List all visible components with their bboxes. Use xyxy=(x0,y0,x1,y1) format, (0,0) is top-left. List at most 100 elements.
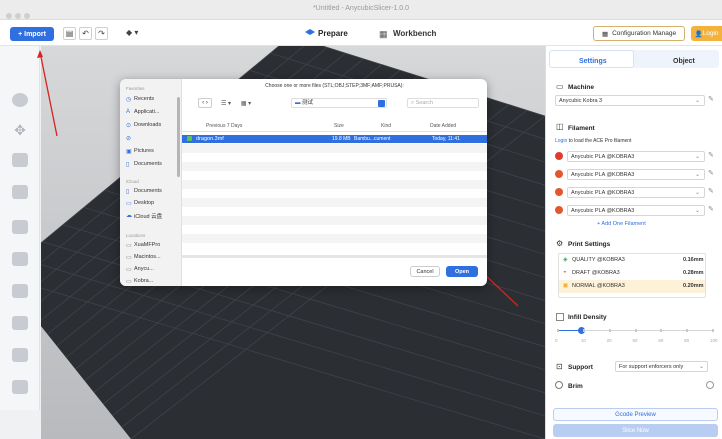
view-mode-dropdown-icon[interactable]: ◆ ▾ xyxy=(126,28,138,37)
back-forward-icon[interactable]: ‹ › xyxy=(198,98,212,108)
measure-icon[interactable] xyxy=(12,380,28,394)
move-icon[interactable]: ✥ xyxy=(12,123,28,137)
undo-icon[interactable]: ↶ xyxy=(79,27,92,40)
redo-icon[interactable]: ↷ xyxy=(95,27,108,40)
cut-icon[interactable] xyxy=(12,220,28,234)
filament-select[interactable]: Anycubic PLA @KOBRA3 ⌄ xyxy=(567,205,705,216)
tab-workbench[interactable]: Workbench xyxy=(393,29,436,38)
favorite-icon: ▣ xyxy=(126,149,132,155)
column-size[interactable]: Size xyxy=(334,123,344,129)
icloud-icon: ▯ xyxy=(126,189,130,195)
horizontal-scrollbar[interactable] xyxy=(182,255,487,258)
configuration-manage-button[interactable]: ▦ Configuration Manage xyxy=(593,26,685,41)
support-value: For support enforcers only xyxy=(619,364,684,370)
sidebar-favorite-item[interactable]: Recents xyxy=(134,96,154,102)
icloud-heading: iCloud xyxy=(126,179,139,184)
column-kind[interactable]: Kind xyxy=(381,123,391,129)
gcode-preview-button[interactable]: Gcode Preview xyxy=(553,408,718,421)
login-button[interactable]: 👤 Login xyxy=(691,26,722,41)
file-date: Today, 11:41 xyxy=(432,136,460,142)
color-palette-icon[interactable] xyxy=(12,93,28,107)
location-icon: ▭ xyxy=(126,267,132,273)
sidebar-location-item[interactable]: XuaMFPro xyxy=(134,242,160,248)
close-window-icon[interactable] xyxy=(6,13,12,19)
filament-heading: Filament xyxy=(568,125,595,132)
cancel-button[interactable]: Cancel xyxy=(410,266,440,277)
sidebar-scrollbar[interactable] xyxy=(177,97,180,177)
filament-name: Anycubic PLA @KOBRA3 xyxy=(571,154,635,160)
infill-tick xyxy=(712,329,714,332)
filament-color-swatch[interactable] xyxy=(555,152,563,160)
lay-on-face-icon[interactable] xyxy=(12,185,28,199)
brim-radio-icon[interactable] xyxy=(555,381,563,389)
seam-painting-icon[interactable] xyxy=(12,348,28,362)
sidebar-favorite-item[interactable]: Downloads xyxy=(134,122,161,128)
sidebar-favorite-item[interactable]: Applicati... xyxy=(134,109,159,115)
infill-tick xyxy=(634,329,637,332)
filament-color-swatch[interactable] xyxy=(555,188,563,196)
infill-tick-label: 100 xyxy=(710,338,718,343)
tab-prepare[interactable]: Prepare xyxy=(318,29,348,38)
import-button[interactable]: + Import xyxy=(10,27,54,41)
infill-tick-label: 60 xyxy=(658,338,664,343)
save-icon[interactable]: ▤ xyxy=(63,27,76,40)
folder-popup[interactable]: ▬ 测试 xyxy=(291,98,387,108)
filament-login-link[interactable]: Login xyxy=(555,138,567,144)
sidebar-icloud-item[interactable]: iCloud 云盘 xyxy=(134,212,162,220)
rotate-icon[interactable] xyxy=(12,153,28,167)
brim-toggle[interactable] xyxy=(706,381,714,389)
machine-select[interactable]: Anycubic Kobra 3 ⌄ xyxy=(555,95,705,106)
filament-select[interactable]: Anycubic PLA @KOBRA3 ⌄ xyxy=(567,187,705,198)
filament-select[interactable]: Anycubic PLA @KOBRA3 ⌄ xyxy=(567,169,705,180)
add-filament-link[interactable]: + Add One Filament xyxy=(597,221,646,227)
print-setting-name[interactable]: NORMAL @KOBRA3 xyxy=(572,281,625,291)
machine-value: Anycubic Kobra 3 xyxy=(559,98,603,104)
edit-icon[interactable]: ✎ xyxy=(708,205,714,213)
popup-chevron-icon xyxy=(378,100,385,107)
filament-color-swatch[interactable] xyxy=(555,170,563,178)
sidebar-icloud-item[interactable]: Documents xyxy=(134,188,162,194)
file-size: 19.8 MB xyxy=(332,136,351,142)
edit-icon[interactable]: ✎ xyxy=(708,169,714,177)
sidebar-location-item[interactable]: Anycu... xyxy=(134,266,154,272)
minimize-window-icon[interactable] xyxy=(15,13,21,19)
search-field[interactable]: ⌕ Search xyxy=(407,98,479,108)
empty-file-row xyxy=(182,234,487,243)
maximize-window-icon[interactable] xyxy=(24,13,30,19)
support-painting-icon[interactable] xyxy=(12,316,28,330)
sidebar-icloud-item[interactable]: Desktop xyxy=(134,200,154,206)
support-select[interactable]: For support enforcers only ⌄ xyxy=(615,361,708,372)
chevron-down-icon: ⌄ xyxy=(698,364,704,370)
slice-now-button[interactable]: Slice Now xyxy=(553,424,718,437)
filament-select[interactable]: Anycubic PLA @KOBRA3 ⌄ xyxy=(567,151,705,162)
sidebar-location-item[interactable]: Macintos... xyxy=(134,254,161,260)
dialog-title: Choose one or more files (STL;OBJ;STEP;3… xyxy=(265,83,404,89)
favorite-icon: A xyxy=(126,109,131,115)
print-setting-name[interactable]: QUALITY @KOBRA3 xyxy=(572,255,625,265)
config-label: Configuration Manage xyxy=(612,30,677,37)
empty-file-row xyxy=(182,198,487,207)
print-setting-value: 0.16mm xyxy=(683,257,704,263)
file-row-selected[interactable]: dragon.3mf 19.8 MB Bambu...cument Today,… xyxy=(182,135,487,143)
tab-object[interactable]: Object xyxy=(673,58,695,65)
edit-icon[interactable]: ✎ xyxy=(708,95,714,103)
sidebar-location-item[interactable]: Kobra... xyxy=(134,278,153,284)
arrange-icon[interactable] xyxy=(12,284,28,298)
filament-color-swatch[interactable] xyxy=(555,206,563,214)
edit-icon[interactable]: ✎ xyxy=(708,187,714,195)
print-setting-name[interactable]: DRAFT @KOBRA3 xyxy=(572,268,620,278)
grid-view-icon[interactable]: ▦ ▾ xyxy=(237,98,255,108)
open-button[interactable]: Open xyxy=(446,266,478,277)
column-date[interactable]: Date Added xyxy=(430,123,456,129)
tab-settings[interactable]: Settings xyxy=(579,58,607,65)
sidebar-favorite-item[interactable]: Documents xyxy=(134,161,162,167)
edit-icon[interactable]: ✎ xyxy=(708,151,714,159)
list-view-icon[interactable]: ☰ ▾ xyxy=(217,98,235,108)
print-setting-value: 0.20mm xyxy=(683,283,704,289)
support-label: Support xyxy=(568,364,593,371)
split-icon[interactable] xyxy=(12,252,28,266)
search-icon: ⌕ xyxy=(411,100,415,106)
sidebar-favorite-item[interactable]: Pictures xyxy=(134,148,154,154)
filament-login-text: to load the ACE Pro filament xyxy=(567,138,632,144)
infill-tick xyxy=(582,329,585,332)
